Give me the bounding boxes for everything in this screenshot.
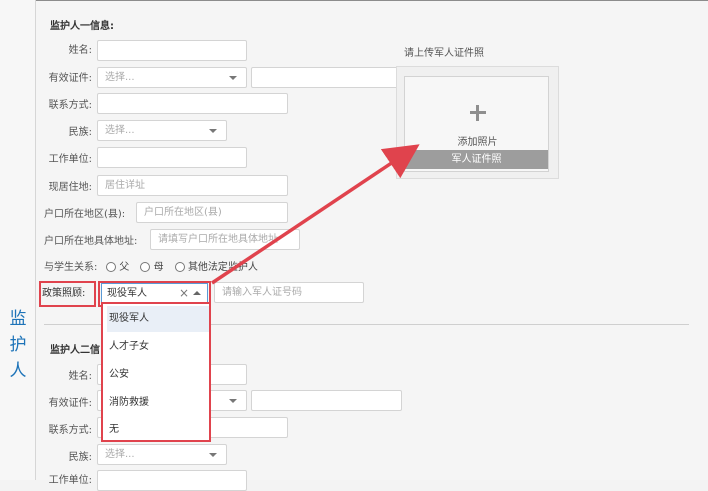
option-active-military[interactable]: 现役军人 — [107, 306, 209, 332]
g2-ethnicity-placeholder: 选择... — [105, 449, 135, 460]
option-public-security[interactable]: 公安 — [107, 362, 209, 388]
arrow-line — [211, 144, 420, 285]
g2-work-unit-label: 工作单位: — [48, 475, 92, 486]
g2-name-label: 姓名: — [68, 371, 92, 382]
g2-ethnicity-select[interactable]: 选择... — [97, 444, 227, 465]
option-fire-rescue[interactable]: 消防救援 — [107, 390, 209, 416]
g2-ethnicity-label: 民族: — [68, 452, 92, 463]
chevron-down-icon — [229, 399, 237, 403]
chevron-down-icon — [209, 453, 217, 457]
g2-id-type-label: 有效证件: — [48, 398, 92, 409]
g2-id-number-input[interactable] — [251, 390, 402, 411]
policy-dropdown-list: 现役军人 人才子女 公安 消防救援 无 — [101, 302, 211, 442]
g2-work-unit-input[interactable] — [97, 470, 247, 491]
option-none[interactable]: 无 — [107, 417, 209, 443]
g2-contact-label: 联系方式: — [48, 425, 92, 436]
guardian2-title: 监护人二信 — [50, 345, 100, 356]
option-talent-children[interactable]: 人才子女 — [107, 334, 209, 360]
